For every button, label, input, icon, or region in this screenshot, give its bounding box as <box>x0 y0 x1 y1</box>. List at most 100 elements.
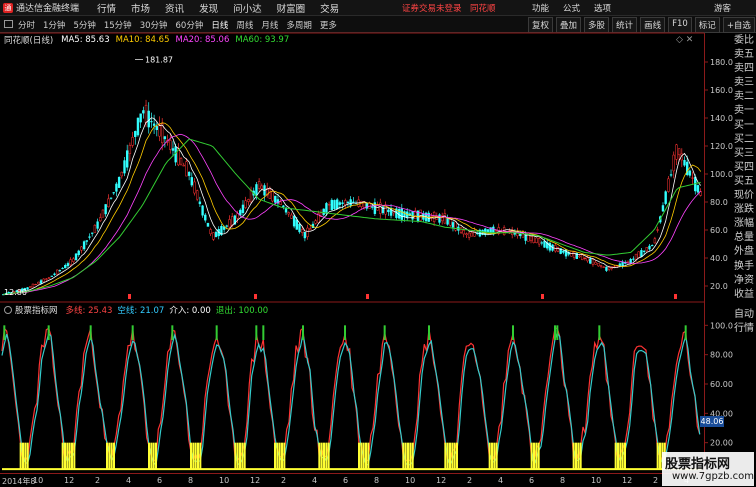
candle-body <box>532 235 535 243</box>
entry-signal-bar <box>64 442 66 470</box>
x-axis-label: 12 <box>622 476 633 485</box>
watermark-url: www.7gpzb.com <box>672 471 754 482</box>
entry-signal-bar <box>572 442 575 470</box>
candle-body <box>467 232 471 238</box>
entry-signal-bar <box>148 442 150 470</box>
current-value-marker: 48.06 <box>700 416 724 427</box>
candle-body <box>543 240 546 248</box>
x-axis-label: 2 <box>653 476 659 485</box>
candle-body <box>459 227 463 233</box>
indicator-name[interactable]: 股票指标网 <box>15 304 58 316</box>
candle-body <box>187 171 191 176</box>
price-tick-label: 120.0 <box>710 142 733 151</box>
exit-signal-bar <box>131 325 134 340</box>
candle-body <box>338 202 342 205</box>
candle-body <box>82 241 86 250</box>
candle-body <box>602 266 605 268</box>
candle-body <box>290 214 293 219</box>
side-label: 卖一 <box>734 105 754 117</box>
candle-body <box>295 219 299 230</box>
entry-signal-bar <box>617 442 619 470</box>
candle-body <box>470 232 474 237</box>
candle-body <box>56 269 59 275</box>
entry-signal-bar <box>537 442 540 470</box>
price-tick-label: 40.0 <box>710 254 728 263</box>
entry-signal-bar <box>619 442 622 470</box>
candle-body <box>99 217 102 222</box>
candle-body <box>34 284 37 286</box>
entry-signal-bar <box>283 442 286 470</box>
exit-signal-bar <box>302 325 304 340</box>
candle-body <box>112 192 115 194</box>
candle-body <box>548 242 552 251</box>
candle-body <box>231 216 234 226</box>
candle-body <box>327 204 331 206</box>
candle-body <box>50 275 53 277</box>
side-label: 买一 <box>734 119 754 131</box>
x-axis-label: 8 <box>374 476 380 485</box>
indicator-tick-label: 20.00 <box>710 439 733 448</box>
entry-value: 介入: 0.00 <box>169 306 211 316</box>
entry-signal-bar <box>362 442 365 470</box>
watermark: 股票指标网 www.7gpzb.com <box>662 452 754 486</box>
candle-body <box>306 227 309 237</box>
x-axis-label: 6 <box>529 476 535 485</box>
candle-body <box>605 266 608 271</box>
x-axis-label: 2014年8 <box>2 477 36 486</box>
entry-signal-bar <box>407 442 409 470</box>
candle-body <box>309 228 312 231</box>
candle-body <box>344 200 347 205</box>
x-axis-label: 6 <box>157 476 163 485</box>
candle-body <box>225 225 229 227</box>
candle-body <box>134 131 137 137</box>
entry-signal-bar <box>71 442 73 470</box>
candle-body <box>688 170 692 176</box>
candle-body <box>152 123 156 126</box>
side-label[interactable]: 行情 <box>734 322 756 336</box>
side-label: 卖三 <box>734 77 754 89</box>
candle-body <box>675 144 678 160</box>
candlestick-chart[interactable]: 181.87 12.80 180.0 160.0 140.0 120.0 100.0 80.… <box>0 0 756 487</box>
candle-body <box>349 199 352 206</box>
entry-signal-bar <box>491 442 493 470</box>
candle-body <box>69 259 72 266</box>
candle-body <box>292 215 296 227</box>
side-label: 总量 <box>734 232 754 244</box>
entry-signal-bar <box>278 442 281 470</box>
entry-signal-bar <box>659 442 661 470</box>
candle-body <box>214 231 218 238</box>
candle-body <box>664 191 667 204</box>
candle-body <box>330 199 334 211</box>
candle-body <box>201 205 204 216</box>
candle-body <box>438 214 441 223</box>
event-marker <box>541 294 544 299</box>
entry-signal-bar <box>449 442 451 470</box>
entry-signal-bar <box>190 442 192 470</box>
entry-signal-bar <box>614 442 617 470</box>
ma10-line <box>3 122 702 295</box>
entry-signal-bar <box>150 442 153 470</box>
candle-body <box>279 201 282 205</box>
candle-body <box>236 213 239 219</box>
candle-body <box>163 136 167 140</box>
candle-body <box>136 117 140 136</box>
candle-body <box>198 201 202 205</box>
exit-value: 退出: 100.00 <box>215 306 269 316</box>
side-label: 净资 <box>734 274 754 286</box>
indicator-tick-label: 60.00 <box>710 380 733 389</box>
entry-signal-bar <box>358 442 360 470</box>
candle-body <box>37 281 40 285</box>
exit-signal-bar <box>262 325 265 340</box>
side-label: 买二 <box>734 133 754 145</box>
entry-signal-bar <box>533 442 535 470</box>
candle-body <box>77 250 80 255</box>
entry-signal-bar <box>575 442 577 470</box>
candle-body <box>58 270 62 272</box>
entry-signal-bar <box>26 442 29 470</box>
side-label[interactable]: 自动 <box>734 308 756 322</box>
entry-signal-bar <box>197 442 199 470</box>
exit-signal-bar <box>512 325 514 340</box>
candle-body <box>465 233 468 236</box>
x-axis-label: 10 <box>591 476 602 485</box>
indicator-settings-icon[interactable] <box>4 306 12 314</box>
